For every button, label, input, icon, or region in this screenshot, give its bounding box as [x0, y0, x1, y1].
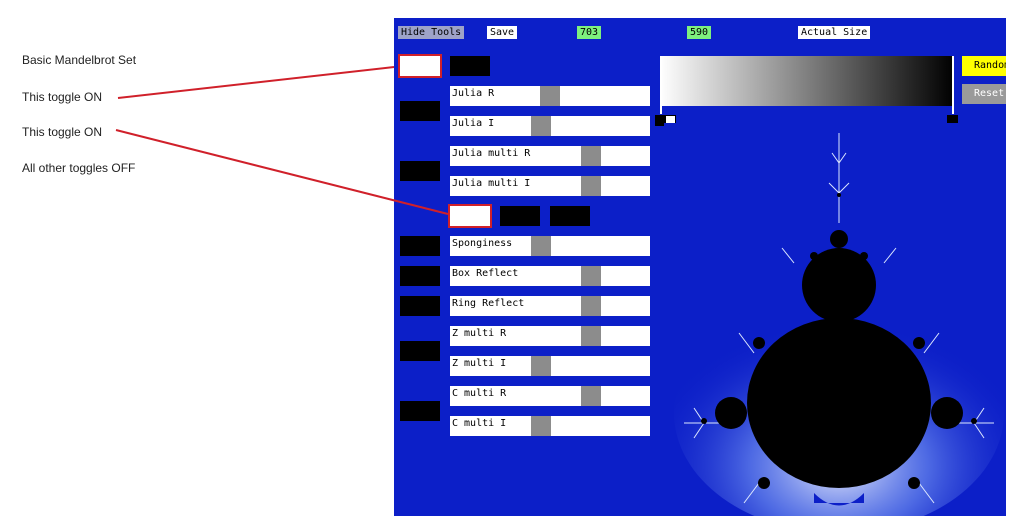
toggle-4[interactable] [550, 206, 590, 226]
hide-tools-button[interactable]: Hide Tools [398, 26, 465, 39]
slider-julia-multi-i[interactable]: Julia multi I [450, 176, 650, 196]
toggle-ring-reflect[interactable] [400, 296, 440, 316]
slider-label: Ring Reflect [452, 298, 525, 309]
slider-julia-multi-r[interactable]: Julia multi R [450, 146, 650, 166]
slider-handle[interactable] [531, 116, 551, 136]
slider-ring-reflect[interactable]: Ring Reflect [450, 296, 650, 316]
palette-gradient[interactable] [660, 56, 954, 106]
slider-handle[interactable] [581, 296, 601, 316]
toggle-julia[interactable] [400, 101, 440, 121]
annotation-toggle-on-1: This toggle ON [22, 90, 103, 104]
slider-label: Z multi R [452, 328, 507, 339]
toggle-c-multi[interactable] [400, 401, 440, 421]
slider-handle[interactable] [540, 86, 560, 106]
slider-box-reflect[interactable]: Box Reflect [450, 266, 650, 286]
slider-label: Julia I [452, 118, 495, 129]
slider-handle[interactable] [581, 386, 601, 406]
reset-button[interactable]: Reset [962, 84, 1006, 104]
height-value[interactable]: 590 [687, 26, 712, 39]
highlight-box-2 [448, 204, 492, 228]
width-value[interactable]: 703 [577, 26, 602, 39]
slider-z-multi-i[interactable]: Z multi I [450, 356, 650, 376]
annotation-other-toggles-off: All other toggles OFF [22, 161, 136, 175]
toggle-julia-multi[interactable] [400, 161, 440, 181]
toggle-sponginess[interactable] [400, 236, 440, 256]
slider-handle[interactable] [531, 356, 551, 376]
slider-label: Box Reflect [452, 268, 519, 279]
slider-julia-i[interactable]: Julia I [450, 116, 650, 136]
annotation-toggle-on-2: This toggle ON [22, 125, 103, 139]
gradient-start-marker [660, 56, 662, 114]
slider-handle[interactable] [531, 416, 551, 436]
toggle-1[interactable] [450, 56, 490, 76]
actual-size-button[interactable]: Actual Size [798, 26, 871, 39]
toggle-3[interactable] [500, 206, 540, 226]
slider-julia-r[interactable]: Julia R [450, 86, 650, 106]
slider-sponginess[interactable]: Sponginess [450, 236, 650, 256]
toggle-box-reflect[interactable] [400, 266, 440, 286]
random-button[interactable]: Random [962, 56, 1006, 76]
slider-label: Sponginess [452, 238, 513, 249]
slider-handle[interactable] [581, 326, 601, 346]
slider-handle[interactable] [531, 236, 551, 256]
gradient-end-marker [952, 56, 954, 114]
mandelbrot-render[interactable] [664, 123, 1006, 516]
toggle-z-multi[interactable] [400, 341, 440, 361]
slider-label: C multi R [452, 388, 507, 399]
arrow-to-toggle-1 [117, 66, 395, 99]
slider-handle[interactable] [581, 266, 601, 286]
fractal-app: Hide Tools Save 703 590 Actual Size Juli… [394, 18, 1006, 516]
slider-c-multi-r[interactable]: C multi R [450, 386, 650, 406]
highlight-box-1 [398, 54, 442, 78]
slider-label: Julia multi I [452, 178, 531, 189]
slider-label: C multi I [452, 418, 507, 429]
slider-handle[interactable] [581, 146, 601, 166]
slider-c-multi-i[interactable]: C multi I [450, 416, 650, 436]
slider-handle[interactable] [581, 176, 601, 196]
slider-label: Z multi I [452, 358, 507, 369]
slider-label: Julia multi R [452, 148, 531, 159]
save-button[interactable]: Save [487, 26, 518, 39]
slider-z-multi-r[interactable]: Z multi R [450, 326, 650, 346]
annotation-basic-mandelbrot: Basic Mandelbrot Set [22, 53, 137, 67]
slider-label: Julia R [452, 88, 495, 99]
